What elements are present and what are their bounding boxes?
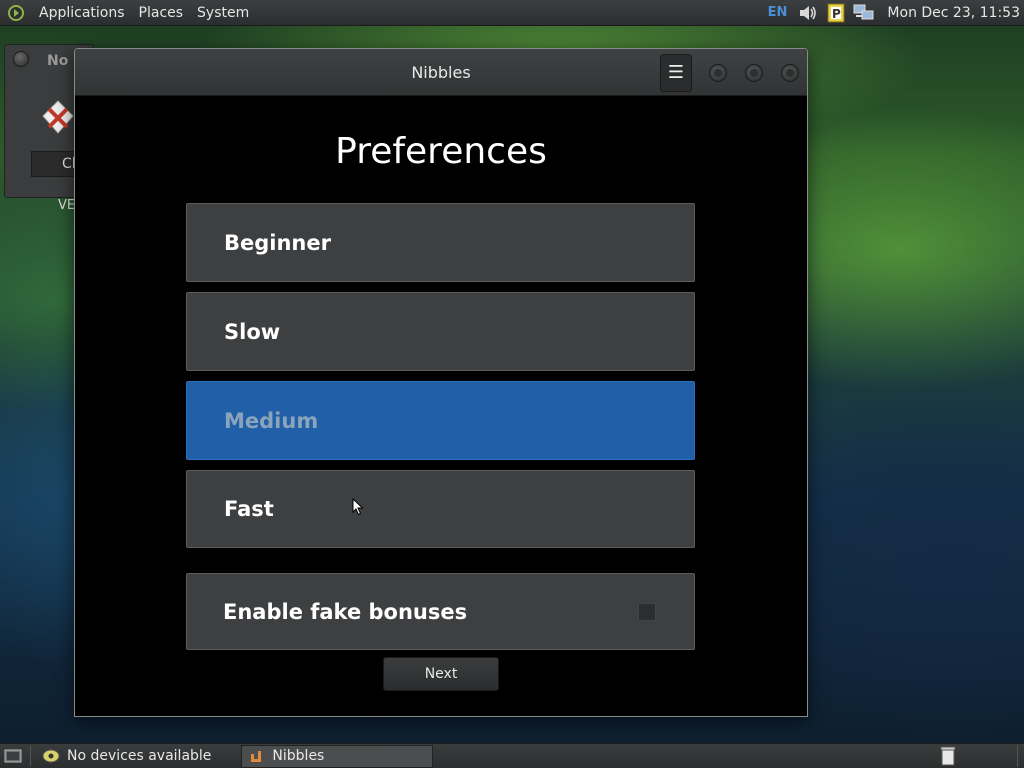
fake-bonuses-checkbox[interactable]	[638, 602, 656, 621]
mouse-pointer-icon	[352, 497, 364, 520]
distro-logo-icon[interactable]	[6, 3, 26, 23]
preferences-content: Preferences Beginner Slow Medium Fast En…	[75, 97, 807, 716]
devices-status-text: No devices available	[67, 748, 212, 764]
nibbles-app-icon	[248, 747, 266, 765]
menu-applications[interactable]: Applications	[32, 0, 132, 26]
panel-separator	[30, 746, 31, 766]
taskbar-item-nibbles[interactable]: Nibbles	[241, 744, 434, 768]
fake-bonuses-toggle[interactable]: Enable fake bonuses	[186, 573, 695, 650]
speed-option-medium[interactable]: Medium	[186, 381, 695, 460]
svg-text:P: P	[832, 7, 841, 21]
minimize-icon[interactable]	[709, 64, 727, 82]
menu-places[interactable]: Places	[132, 0, 191, 26]
menu-system[interactable]: System	[190, 0, 256, 26]
system-tray: EN P Mon Dec 23, 11:53	[768, 0, 1024, 26]
window-title: Nibbles	[411, 63, 471, 82]
next-button[interactable]: Next	[383, 657, 499, 691]
desktop-icon-label: VE	[58, 198, 76, 213]
nibbles-window: Nibbles ☰ Preferences Beginner Slow Medi…	[74, 48, 808, 717]
close-icon[interactable]	[781, 64, 799, 82]
fake-bonuses-label: Enable fake bonuses	[223, 599, 468, 624]
device-notifier[interactable]: No devices available	[37, 746, 211, 766]
background-dialog-app-icon	[41, 99, 75, 139]
speed-option-fast[interactable]: Fast	[186, 470, 695, 548]
window-titlebar[interactable]: Nibbles ☰	[75, 49, 807, 96]
top-panel: Applications Places System EN P Mon Dec …	[0, 0, 1024, 26]
parcellite-clipboard-icon[interactable]: P	[825, 2, 847, 24]
bottom-panel: No devices available Nibbles	[0, 743, 1024, 768]
panel-separator-right	[1017, 745, 1018, 767]
eject-devices-icon	[41, 746, 61, 766]
network-icon[interactable]	[853, 2, 875, 24]
taskbar-item-label: Nibbles	[272, 748, 325, 764]
clock[interactable]: Mon Dec 23, 11:53	[887, 5, 1020, 21]
hamburger-menu-icon[interactable]: ☰	[660, 54, 692, 92]
volume-icon[interactable]	[797, 2, 819, 24]
maximize-icon[interactable]	[745, 64, 763, 82]
page-title: Preferences	[335, 131, 547, 172]
trash-icon[interactable]	[939, 745, 957, 767]
keyboard-layout-indicator[interactable]: EN	[768, 5, 788, 20]
background-dialog-close-icon[interactable]	[13, 51, 29, 67]
show-desktop-icon[interactable]	[2, 745, 24, 767]
speed-option-beginner[interactable]: Beginner	[186, 203, 695, 282]
speed-option-slow[interactable]: Slow	[186, 292, 695, 371]
